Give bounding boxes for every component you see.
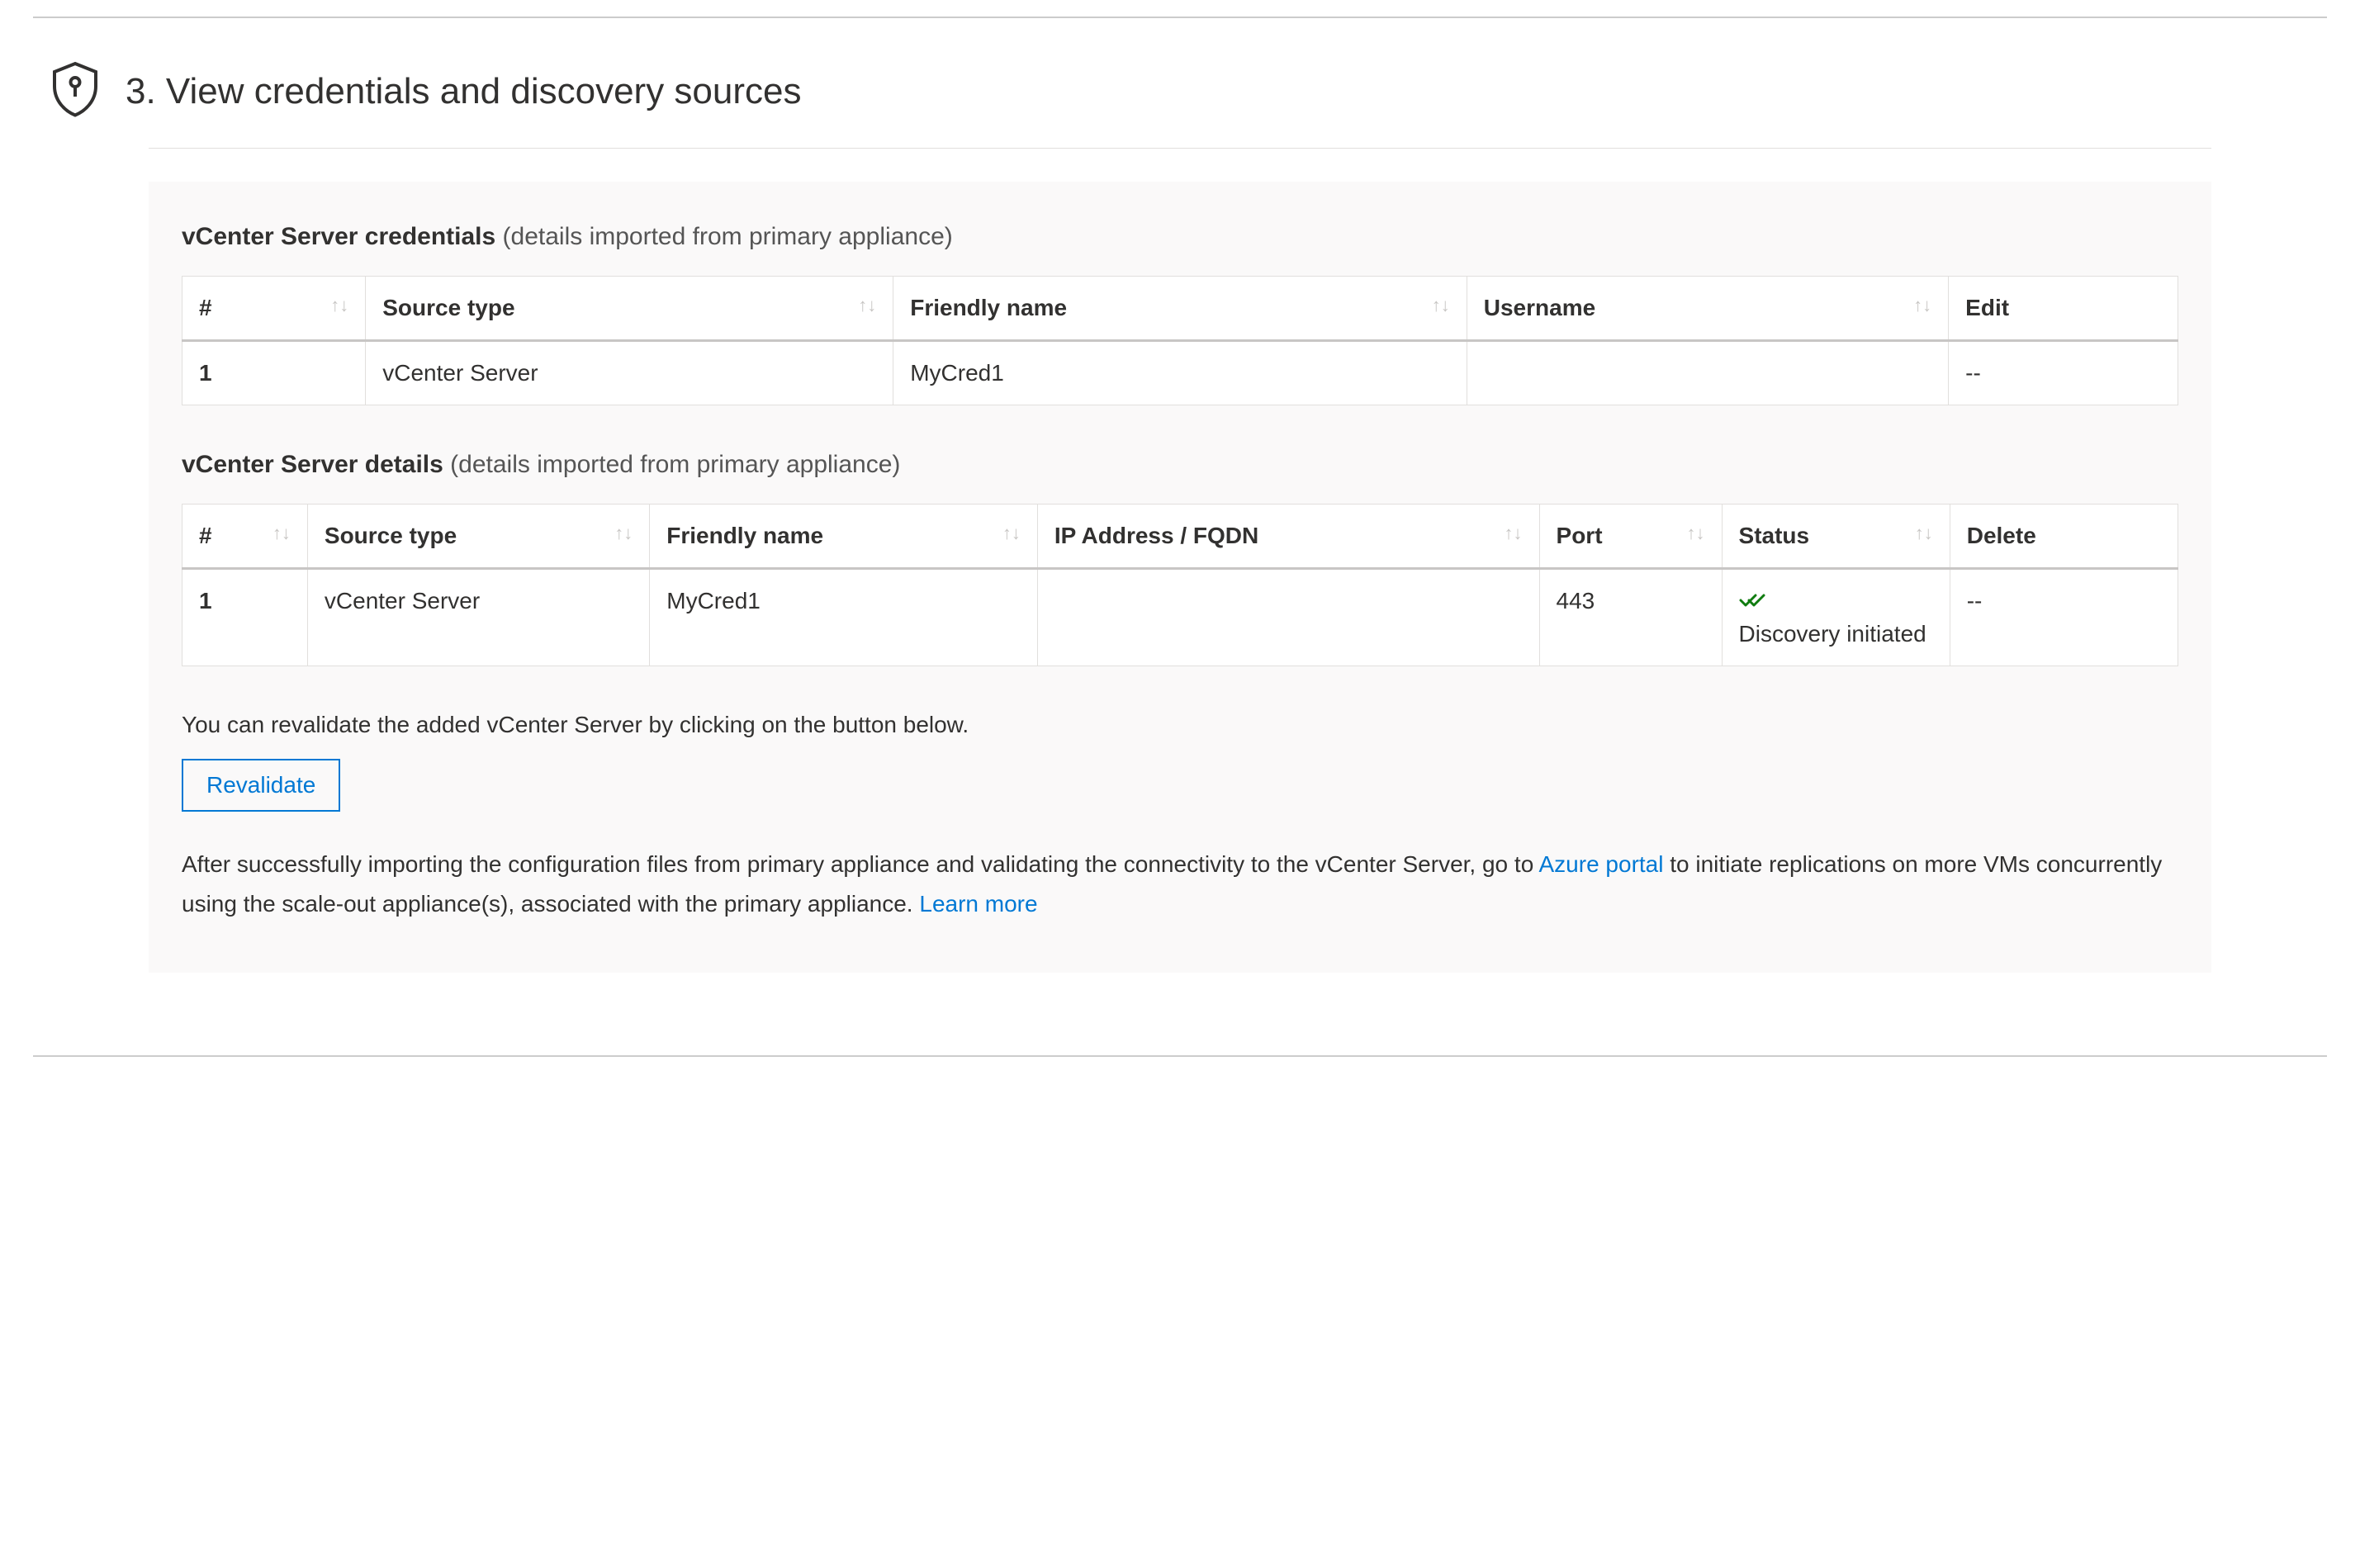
- col-header-source-type-label: Source type: [382, 295, 514, 320]
- cell-source-type: vCenter Server: [366, 341, 893, 405]
- cell-friendly-name: MyCred1: [650, 569, 1038, 666]
- col-header-edit: Edit: [1949, 277, 2178, 341]
- cell-username: [1467, 341, 1948, 405]
- details-header-row: # ↑↓ Source type ↑↓ Friendly name ↑↓ IP Add…: [182, 505, 2178, 569]
- col-header-ip-label: IP Address / FQDN: [1054, 523, 1258, 548]
- col-header-source-type-label: Source type: [325, 523, 457, 548]
- revalidate-help-text: You can revalidate the added vCenter Ser…: [182, 712, 2178, 738]
- col-header-num[interactable]: # ↑↓: [182, 505, 308, 569]
- sort-icon: ↑↓: [858, 295, 876, 316]
- revalidate-button[interactable]: Revalidate: [182, 759, 340, 812]
- col-header-num-label: #: [199, 523, 212, 548]
- cell-source-type: vCenter Server: [307, 569, 649, 666]
- sort-icon: ↑↓: [1002, 523, 1021, 544]
- col-header-friendly-name[interactable]: Friendly name ↑↓: [893, 277, 1467, 341]
- col-header-username-label: Username: [1484, 295, 1595, 320]
- sort-icon: ↑↓: [1432, 295, 1450, 316]
- col-header-source-type[interactable]: Source type ↑↓: [307, 505, 649, 569]
- table-row: 1 vCenter Server MyCred1 443 Discovery i…: [182, 569, 2178, 666]
- bottom-divider: [33, 1055, 2327, 1057]
- col-header-ip[interactable]: IP Address / FQDN ↑↓: [1037, 505, 1539, 569]
- learn-more-link[interactable]: Learn more: [919, 891, 1037, 917]
- cell-num: 1: [182, 341, 366, 405]
- sort-icon: ↑↓: [1913, 295, 1931, 316]
- sort-icon: ↑↓: [1505, 523, 1523, 544]
- col-header-source-type[interactable]: Source type ↑↓: [366, 277, 893, 341]
- col-header-status[interactable]: Status ↑↓: [1722, 505, 1950, 569]
- azure-portal-link[interactable]: Azure portal: [1539, 851, 1664, 877]
- cell-num: 1: [182, 569, 308, 666]
- col-header-status-label: Status: [1739, 523, 1810, 548]
- sort-icon: ↑↓: [1687, 523, 1705, 544]
- col-header-friendly-name[interactable]: Friendly name ↑↓: [650, 505, 1038, 569]
- footer-text: After successfully importing the configu…: [182, 845, 2178, 923]
- details-heading: vCenter Server details (details imported…: [182, 451, 2178, 479]
- shield-icon: [50, 59, 101, 123]
- cell-friendly-name: MyCred1: [893, 341, 1467, 405]
- sort-icon: ↑↓: [330, 295, 348, 316]
- sort-icon: ↑↓: [614, 523, 633, 544]
- double-check-icon: [1739, 588, 1933, 614]
- status-text: Discovery initiated: [1739, 621, 1933, 647]
- col-header-edit-label: Edit: [1965, 295, 2009, 320]
- col-header-delete-label: Delete: [1967, 523, 2036, 548]
- col-header-num-label: #: [199, 295, 212, 320]
- footer-prefix: After successfully importing the configu…: [182, 851, 1539, 877]
- col-header-friendly-name-label: Friendly name: [910, 295, 1067, 320]
- section-header: 3. View credentials and discovery source…: [0, 18, 2360, 148]
- details-table: # ↑↓ Source type ↑↓ Friendly name ↑↓ IP Add…: [182, 504, 2178, 666]
- col-header-port-label: Port: [1557, 523, 1603, 548]
- credentials-table: # ↑↓ Source type ↑↓ Friendly name ↑↓ Userna…: [182, 276, 2178, 405]
- content-panel: vCenter Server credentials (details impo…: [149, 182, 2211, 973]
- cell-port: 443: [1539, 569, 1722, 666]
- col-header-port[interactable]: Port ↑↓: [1539, 505, 1722, 569]
- section-title: 3. View credentials and discovery source…: [126, 71, 802, 112]
- section-divider: [149, 148, 2211, 149]
- cell-status: Discovery initiated: [1722, 569, 1950, 666]
- cell-delete: --: [1950, 569, 2178, 666]
- table-row: 1 vCenter Server MyCred1 --: [182, 341, 2178, 405]
- col-header-username[interactable]: Username ↑↓: [1467, 277, 1948, 341]
- details-heading-muted: (details imported from primary appliance…: [443, 451, 901, 478]
- credentials-header-row: # ↑↓ Source type ↑↓ Friendly name ↑↓ Userna…: [182, 277, 2178, 341]
- col-header-friendly-name-label: Friendly name: [666, 523, 823, 548]
- col-header-num[interactable]: # ↑↓: [182, 277, 366, 341]
- sort-icon: ↑↓: [1915, 523, 1933, 544]
- details-heading-bold: vCenter Server details: [182, 451, 443, 478]
- cell-ip: [1037, 569, 1539, 666]
- sort-icon: ↑↓: [272, 523, 291, 544]
- cell-edit: --: [1949, 341, 2178, 405]
- col-header-delete: Delete: [1950, 505, 2178, 569]
- credentials-heading: vCenter Server credentials (details impo…: [182, 223, 2178, 251]
- credentials-heading-muted: (details imported from primary appliance…: [495, 223, 953, 250]
- credentials-heading-bold: vCenter Server credentials: [182, 223, 495, 250]
